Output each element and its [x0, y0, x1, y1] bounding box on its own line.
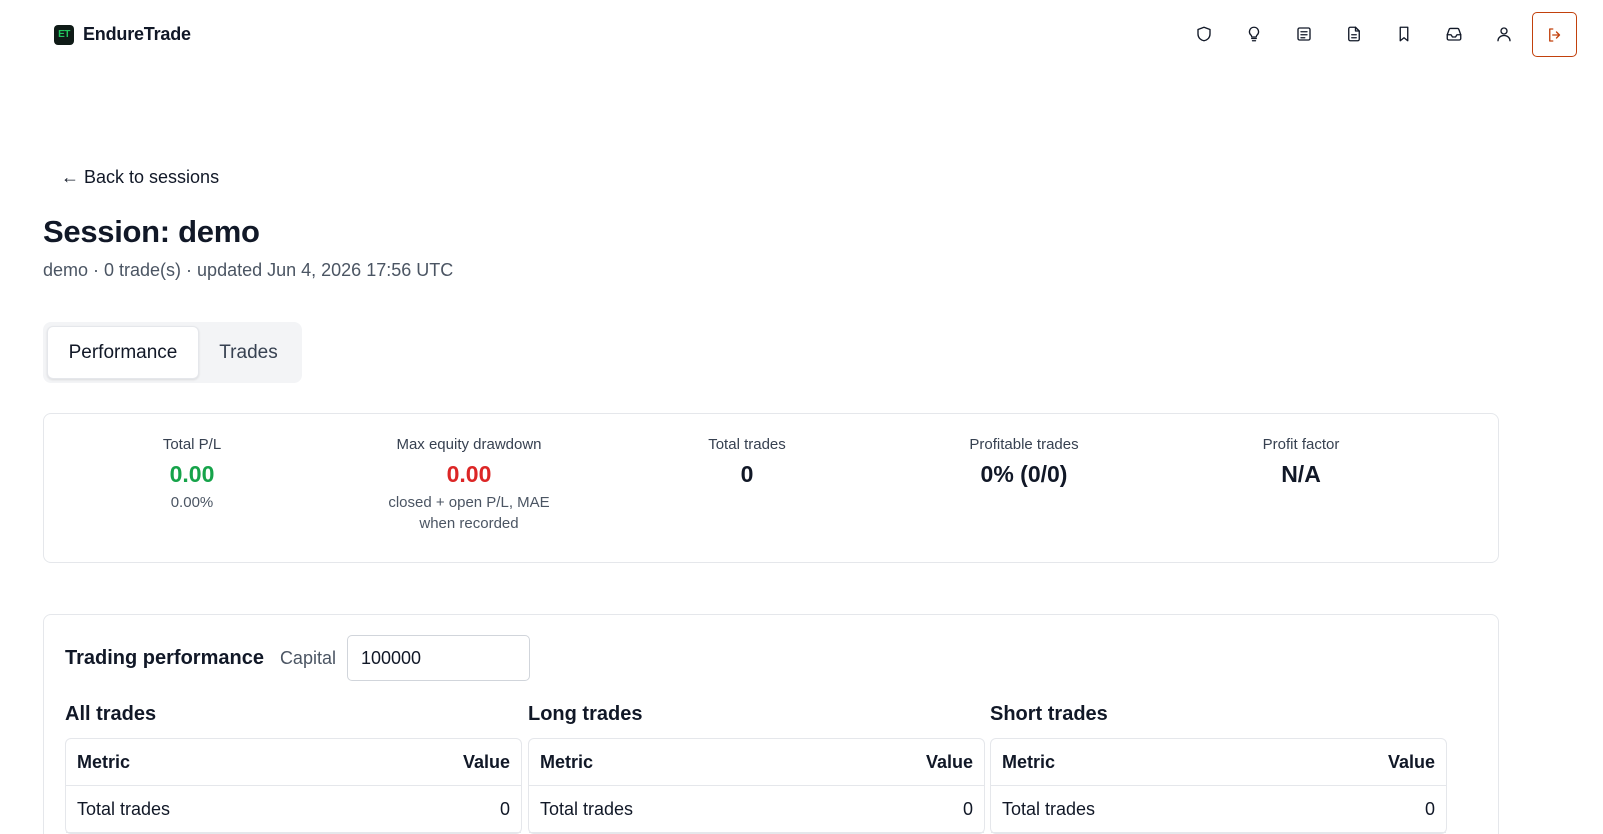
- tab-trades[interactable]: Trades: [199, 326, 298, 379]
- brand-logo: ET: [54, 24, 74, 45]
- row-metric: Total trades: [1002, 798, 1096, 819]
- page-title: Session: demo: [43, 214, 260, 249]
- lightbulb-icon[interactable]: [1229, 12, 1279, 56]
- stat-max-drawdown: Max equity drawdown 0.00 closed + open P…: [329, 436, 609, 534]
- all-trades-column: All trades Metric Value Total trades 0: [65, 703, 522, 834]
- back-to-sessions-link[interactable]: ← Back to sessions: [61, 167, 219, 188]
- header-value: Value: [925, 751, 973, 772]
- row-metric: Total trades: [77, 798, 171, 819]
- metrics-table: Metric Value Total trades 0: [990, 738, 1447, 834]
- header-metric: Metric: [540, 751, 594, 772]
- trading-performance-card: Trading performance Capital All trades M…: [43, 614, 1499, 834]
- tab-bar: Performance Trades: [43, 322, 302, 383]
- header-value: Value: [462, 751, 510, 772]
- table-header: Metric Value: [529, 739, 984, 786]
- table-header: Metric Value: [66, 739, 521, 786]
- short-trades-column: Short trades Metric Value Total trades 0: [990, 703, 1447, 834]
- session-subtitle: demo · 0 trade(s) · updated Jun 4, 2026 …: [43, 260, 454, 280]
- header-metric: Metric: [77, 751, 131, 772]
- bookmark-icon[interactable]: [1379, 12, 1429, 56]
- table-row: Total trades 0: [991, 786, 1446, 833]
- row-value: 0: [962, 798, 973, 819]
- inbox-icon[interactable]: [1429, 12, 1479, 56]
- metrics-table: Metric Value Total trades 0: [65, 738, 522, 834]
- brand[interactable]: ET EndureTrade: [54, 24, 191, 45]
- column-title: All trades: [65, 703, 157, 725]
- stat-value: 0.00: [169, 461, 215, 487]
- header-value: Value: [1387, 751, 1435, 772]
- stat-profitable-trades: Profitable trades 0% (0/0): [884, 436, 1164, 488]
- nav-icon-bar: [1179, 12, 1529, 56]
- table-header: Metric Value: [991, 739, 1446, 786]
- capital-input[interactable]: [346, 635, 530, 681]
- long-trades-column: Long trades Metric Value Total trades 0: [528, 703, 985, 834]
- summary-stats-card: Total P/L 0.00 0.00% Max equity drawdown…: [43, 413, 1499, 563]
- capital-label: Capital: [279, 647, 336, 668]
- stat-label: Total P/L: [162, 436, 222, 453]
- user-icon[interactable]: [1479, 12, 1529, 56]
- row-metric: Total trades: [540, 798, 634, 819]
- stat-value: 0.00: [446, 461, 492, 487]
- row-value: 0: [499, 798, 510, 819]
- performance-header: Trading performance Capital: [65, 635, 530, 681]
- tab-performance[interactable]: Performance: [47, 326, 199, 379]
- column-title: Long trades: [528, 703, 643, 725]
- top-navbar: ET EndureTrade: [0, 0, 1603, 68]
- logout-icon: [1548, 27, 1560, 42]
- table-row: Total trades 0: [66, 786, 521, 833]
- performance-title: Trading performance: [65, 646, 264, 669]
- brand-name: EndureTrade: [83, 24, 191, 44]
- table-row: Total trades 0: [529, 786, 984, 833]
- stat-value: N/A: [1281, 461, 1321, 487]
- stat-total-trades: Total trades 0: [607, 436, 887, 488]
- logout-button[interactable]: [1532, 12, 1577, 57]
- stat-profit-factor: Profit factor N/A: [1161, 436, 1441, 488]
- stat-total-pl: Total P/L 0.00 0.00%: [52, 436, 332, 513]
- stat-label: Profitable trades: [969, 436, 1079, 453]
- stat-label: Profit factor: [1262, 436, 1340, 453]
- stat-value: 0: [740, 461, 754, 487]
- header-metric: Metric: [1002, 751, 1056, 772]
- row-value: 0: [1424, 798, 1435, 819]
- newspaper-icon[interactable]: [1279, 12, 1329, 56]
- stat-label: Total trades: [708, 436, 786, 453]
- shield-icon[interactable]: [1179, 12, 1229, 56]
- metrics-table: Metric Value Total trades 0: [528, 738, 985, 834]
- stat-sub: closed + open P/L, MAE when recorded: [388, 494, 550, 532]
- column-title: Short trades: [990, 703, 1108, 725]
- stat-label: Max equity drawdown: [396, 436, 542, 453]
- document-icon[interactable]: [1329, 12, 1379, 56]
- stat-sub: 0.00%: [170, 494, 214, 511]
- stat-value: 0% (0/0): [980, 461, 1068, 487]
